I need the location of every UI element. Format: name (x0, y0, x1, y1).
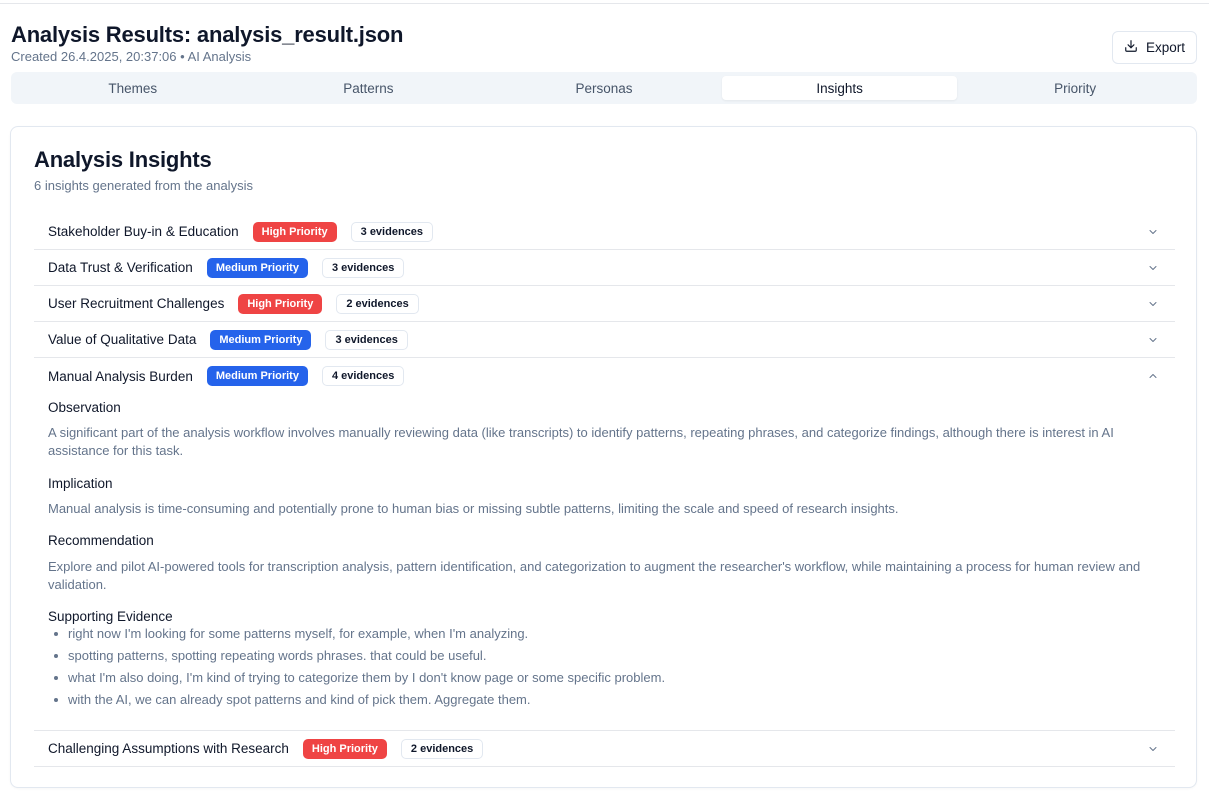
accordion-item[interactable]: Stakeholder Buy-in & Education High Prio… (34, 214, 1175, 250)
chevron-down-icon[interactable] (1147, 298, 1159, 310)
page-header: Analysis Results: analysis_result.json C… (11, 22, 1197, 66)
priority-badge: High Priority (238, 293, 323, 314)
bullet-icon (54, 698, 58, 702)
evidence-list: right now I'm looking for some patterns … (48, 623, 665, 711)
accordion-item-expanded[interactable]: Manual Analysis Burden Medium Priority 4… (34, 358, 1175, 394)
evidence-count-badge: 3 evidences (350, 221, 434, 242)
priority-badge: High Priority (302, 738, 387, 759)
tab-bar: Themes Patterns Personas Insights Priori… (11, 72, 1197, 104)
insights-card: Analysis Insights 6 insights generated f… (10, 126, 1197, 788)
list-item: what I'm also doing, I'm kind of trying … (48, 667, 665, 689)
implication-text: Manual analysis is time-consuming and po… (48, 501, 899, 516)
export-label: Export (1145, 40, 1186, 55)
tab-priority[interactable]: Priority (957, 76, 1193, 100)
evidence-count-badge: 2 evidences (400, 738, 484, 759)
evidence-count-badge: 4 evidences (321, 366, 405, 386)
tab-themes[interactable]: Themes (15, 76, 251, 100)
evidence-count-badge: 3 evidences (325, 329, 408, 350)
tab-insights[interactable]: Insights (721, 76, 958, 100)
chevron-down-icon[interactable] (1147, 226, 1159, 238)
chevron-up-icon[interactable] (1147, 370, 1159, 382)
accordion-item[interactable]: Challenging Assumptions with Research Hi… (34, 731, 1175, 767)
evidence-count-badge: 3 evidences (321, 257, 405, 278)
card-subtitle: 6 insights generated from the analysis (34, 178, 253, 193)
chevron-down-icon[interactable] (1147, 743, 1159, 755)
supporting-evidence-heading: Supporting Evidence (48, 609, 173, 624)
insight-title: Value of Qualitative Data (48, 332, 197, 347)
evidence-count-badge: 2 evidences (336, 293, 419, 314)
export-button[interactable]: Export (1112, 31, 1197, 64)
download-icon (1124, 39, 1138, 56)
insights-accordion: Stakeholder Buy-in & Education High Prio… (34, 214, 1175, 767)
page-subtitle: Created 26.4.2025, 20:37:06 • AI Analysi… (11, 49, 252, 64)
observation-heading: Observation (48, 400, 121, 415)
insight-title: User Recruitment Challenges (48, 296, 225, 311)
recommendation-heading: Recommendation (48, 533, 154, 548)
priority-badge: High Priority (252, 221, 337, 242)
page-title: Analysis Results: analysis_result.json (11, 22, 404, 47)
list-item: with the AI, we can already spot pattern… (48, 689, 665, 711)
implication-heading: Implication (48, 476, 113, 491)
insight-title: Manual Analysis Burden (48, 368, 193, 384)
observation-text: A significant part of the analysis workf… (48, 425, 1114, 458)
insight-title: Data Trust & Verification (48, 260, 193, 275)
bullet-icon (54, 632, 58, 636)
insight-title: Stakeholder Buy-in & Education (48, 224, 239, 239)
chevron-down-icon[interactable] (1147, 262, 1159, 274)
evidence-quote: what I'm also doing, I'm kind of trying … (68, 670, 666, 685)
card-title: Analysis Insights (34, 147, 212, 172)
bullet-icon (54, 676, 58, 680)
priority-badge: Medium Priority (206, 366, 308, 386)
list-item: spotting patterns, spotting repeating wo… (48, 645, 665, 667)
evidence-quote: spotting patterns, spotting repeating wo… (68, 648, 487, 663)
tab-personas[interactable]: Personas (486, 76, 722, 100)
bullet-icon (54, 654, 58, 658)
evidence-quote: right now I'm looking for some patterns … (68, 626, 529, 641)
insight-details: Observation A significant part of the an… (34, 394, 1175, 731)
accordion-item[interactable]: User Recruitment Challenges High Priorit… (34, 286, 1175, 322)
accordion-item[interactable]: Data Trust & Verification Medium Priorit… (34, 250, 1175, 286)
top-divider (0, 3, 1209, 4)
accordion-item[interactable]: Value of Qualitative Data Medium Priorit… (34, 322, 1175, 358)
priority-badge: Medium Priority (206, 257, 308, 278)
evidence-quote: with the AI, we can already spot pattern… (68, 692, 531, 707)
tab-patterns[interactable]: Patterns (251, 76, 487, 100)
priority-badge: Medium Priority (210, 329, 312, 350)
chevron-down-icon[interactable] (1147, 334, 1159, 346)
insight-title: Challenging Assumptions with Research (48, 741, 289, 756)
recommendation-text: Explore and pilot AI-powered tools for t… (48, 559, 1141, 592)
list-item: right now I'm looking for some patterns … (48, 623, 665, 645)
